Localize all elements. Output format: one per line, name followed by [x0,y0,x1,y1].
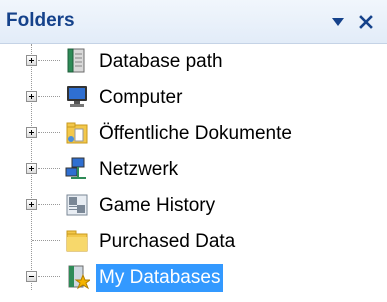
tree-item-label: Computer [99,87,183,108]
tree-item-label: Öffentliche Dokumente [99,123,292,144]
chevron-down-icon[interactable] [326,0,350,44]
folders-panel-header: Folders [0,0,387,44]
expand-toggle[interactable] [26,91,37,102]
tree-item-purchased-data[interactable]: Purchased Data [0,224,387,260]
game-history-icon [64,192,90,218]
tree-item-oeffentliche-dokumente[interactable]: Öffentliche Dokumente [0,116,387,152]
tree-item-my-databases[interactable]: My Databases [0,260,387,296]
expand-toggle[interactable] [26,55,37,66]
expand-toggle[interactable] [26,127,37,138]
tree-item-label: Database path [99,51,223,72]
tree-item-label: My Databases [96,264,224,292]
shared-folder-icon [64,120,90,146]
expand-toggle[interactable] [26,163,37,174]
folder-tree: Database path Computer Öffentliche Dokum… [0,44,387,302]
expand-toggle[interactable] [26,199,37,210]
tree-item-database-path[interactable]: Database path [0,44,387,80]
tree-item-label: Netzwerk [99,159,179,180]
database-path-icon [64,48,90,74]
close-icon[interactable] [354,0,378,44]
tree-item-netzwerk[interactable]: Netzwerk [0,152,387,188]
tree-item-computer[interactable]: Computer [0,80,387,116]
tree-item-game-history[interactable]: Game History [0,188,387,224]
folder-icon [64,228,90,254]
panel-title: Folders [6,10,75,31]
tree-item-label: Purchased Data [99,231,236,252]
computer-icon [64,84,90,110]
network-icon [64,156,90,182]
tree-item-label: Game History [99,195,216,216]
my-databases-icon [64,264,92,290]
collapse-toggle[interactable] [26,271,37,282]
